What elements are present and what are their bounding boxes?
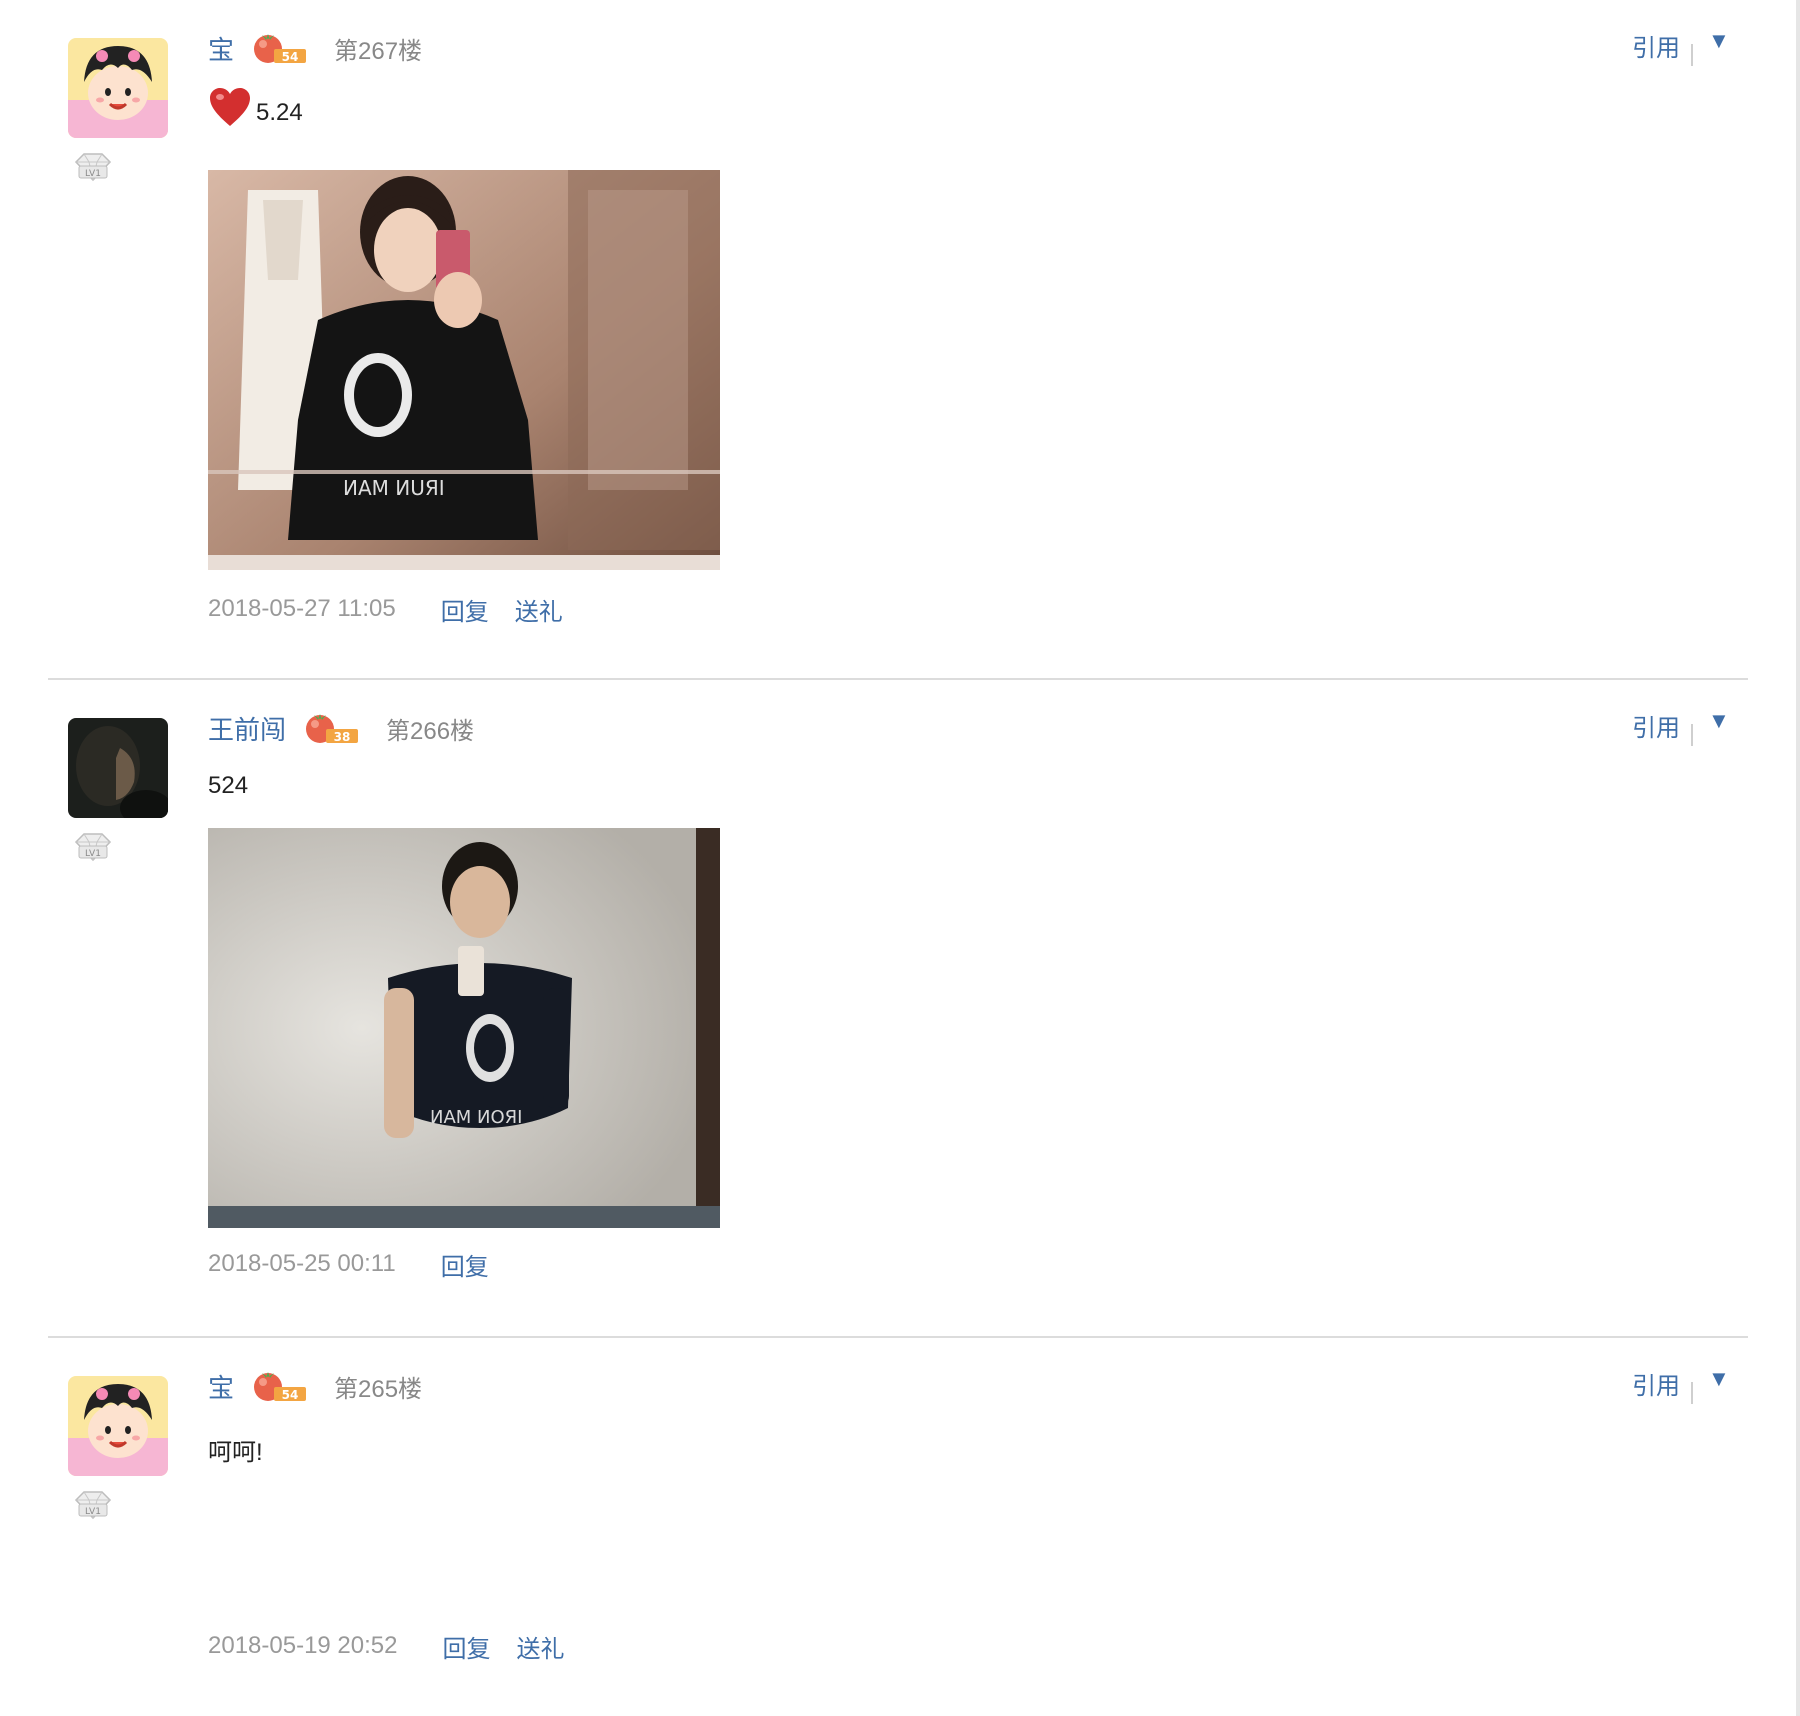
post-content: 524 (208, 772, 248, 800)
tomato-badge-icon: 38 (304, 711, 360, 745)
username-link[interactable]: 宝 (208, 1368, 234, 1405)
diamond-level-icon: LV1 (72, 152, 114, 186)
reply-button[interactable]: 回复 (441, 1247, 489, 1282)
user-row: 王前闯 38 第266楼 (208, 708, 474, 748)
divider (1691, 724, 1693, 746)
post-text: 524 (208, 772, 249, 799)
svg-text:ИAM ИOЯI: ИAM ИOЯI (430, 1107, 522, 1128)
svg-text:38: 38 (334, 730, 351, 744)
post-text: 呵呵! (208, 1439, 263, 1466)
post-footer: 2018-05-25 00:11 回复 (208, 1246, 515, 1282)
post-floor-265: LV1 宝 54 第265楼 引用 ▼ 呵呵! 2018-05-19 20:52… (48, 1338, 1748, 1716)
username-link[interactable]: 宝 (208, 30, 234, 67)
thread-page: LV1 宝 54 第267楼 引用 ▼ 5.24 ИAM ИUЯI 2018-0… (0, 0, 1800, 1716)
svg-text:LV1: LV1 (85, 1507, 101, 1517)
diamond-level-icon: LV1 (72, 832, 114, 866)
reply-button[interactable]: 回复 (443, 1629, 491, 1664)
svg-text:54: 54 (282, 1388, 299, 1402)
chevron-down-icon[interactable]: ▼ (1708, 1366, 1730, 1392)
svg-text:ИAM ИUЯI: ИAM ИUЯI (343, 476, 445, 500)
gift-button[interactable]: 送礼 (517, 1629, 565, 1664)
timestamp: 2018-05-27 11:05 (208, 595, 396, 622)
scrollbar[interactable] (1796, 0, 1800, 1716)
quote-button[interactable]: 引用 (1632, 708, 1680, 743)
post-floor-266: LV1 王前闯 38 第266楼 引用 ▼ 524 ИAM ИOЯI 2018-… (48, 680, 1748, 1338)
chevron-down-icon[interactable]: ▼ (1708, 28, 1730, 54)
avatar[interactable] (68, 718, 168, 818)
post-content: 5.24 (208, 86, 303, 128)
post-footer: 2018-05-19 20:52 回复 送礼 (208, 1628, 591, 1664)
gift-button[interactable]: 送礼 (515, 592, 563, 627)
reply-button[interactable]: 回复 (441, 592, 489, 627)
post-text: 5.24 (256, 99, 303, 126)
timestamp: 2018-05-19 20:52 (208, 1632, 398, 1659)
post-footer: 2018-05-27 11:05 回复 送礼 (208, 591, 589, 627)
quote-button[interactable]: 引用 (1632, 28, 1680, 63)
timestamp: 2018-05-25 00:11 (208, 1250, 396, 1277)
floor-number: 第265楼 (334, 1375, 423, 1403)
svg-text:LV1: LV1 (85, 169, 101, 179)
svg-text:LV1: LV1 (85, 849, 101, 859)
post-photo[interactable]: ИAM ИUЯI (208, 170, 720, 570)
divider (1691, 44, 1693, 66)
diamond-level-icon: LV1 (72, 1490, 114, 1524)
user-row: 宝 54 第265楼 (208, 1366, 422, 1406)
post-photo[interactable]: ИAM ИOЯI (208, 828, 720, 1228)
user-row: 宝 54 第267楼 (208, 28, 422, 68)
floor-number: 第267楼 (334, 37, 423, 65)
username-link[interactable]: 王前闯 (208, 710, 286, 747)
chevron-down-icon[interactable]: ▼ (1708, 708, 1730, 734)
post-content: 呵呵! (208, 1432, 263, 1467)
floor-number: 第266楼 (386, 717, 475, 745)
divider (1691, 1382, 1693, 1404)
tomato-badge-icon: 54 (252, 31, 308, 65)
post-floor-267: LV1 宝 54 第267楼 引用 ▼ 5.24 ИAM ИUЯI 2018-0… (48, 0, 1748, 680)
quote-button[interactable]: 引用 (1632, 1366, 1680, 1401)
avatar[interactable] (68, 1376, 168, 1476)
tomato-badge-icon: 54 (252, 1369, 308, 1403)
heart-icon (208, 86, 252, 128)
avatar[interactable] (68, 38, 168, 138)
svg-text:54: 54 (282, 50, 299, 64)
